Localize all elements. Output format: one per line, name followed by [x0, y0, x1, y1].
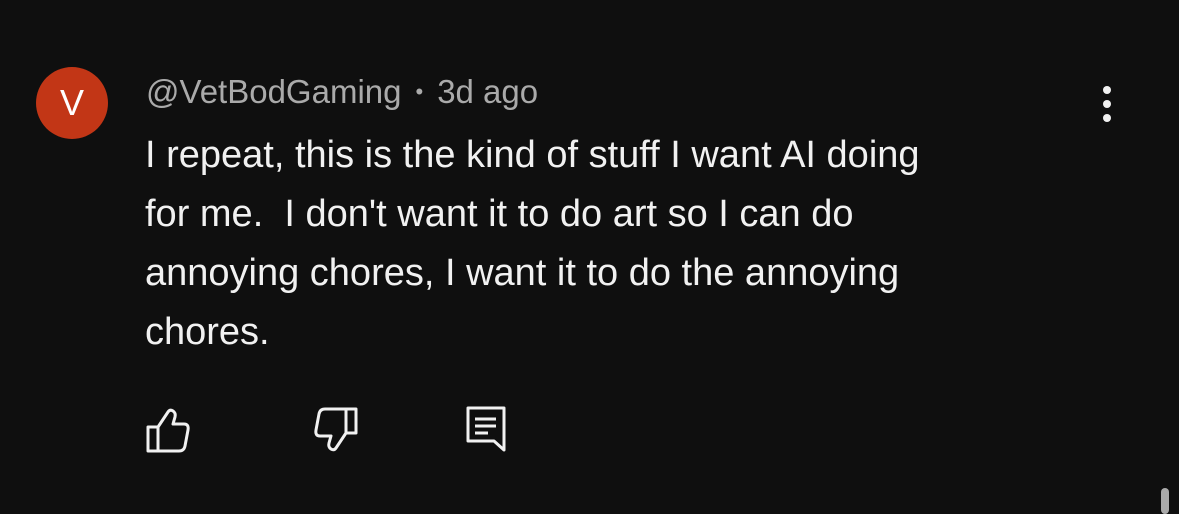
comment-header: @VetBodGaming • 3d ago — [146, 70, 538, 114]
thumbs-down-icon — [314, 407, 358, 452]
avatar-letter: V — [59, 82, 84, 123]
like-button[interactable] — [144, 404, 192, 456]
thumbs-up-icon — [146, 408, 190, 453]
reply-icon — [466, 406, 506, 452]
scrollbar-thumb[interactable] — [1161, 488, 1169, 514]
dislike-button[interactable] — [312, 404, 360, 456]
comment-thread-item: V @VetBodGaming • 3d ago I repeat, this … — [0, 0, 1179, 514]
separator-dot: • — [415, 79, 424, 104]
more-vertical-icon — [1103, 86, 1111, 122]
more-options-button[interactable] — [1090, 82, 1124, 126]
avatar[interactable]: V — [36, 67, 108, 139]
comment-timestamp[interactable]: 3d ago — [437, 73, 538, 111]
reply-button[interactable] — [462, 404, 510, 456]
comment-text: I repeat, this is the kind of stuff I wa… — [145, 134, 920, 353]
author-name[interactable]: @VetBodGaming — [146, 73, 401, 111]
